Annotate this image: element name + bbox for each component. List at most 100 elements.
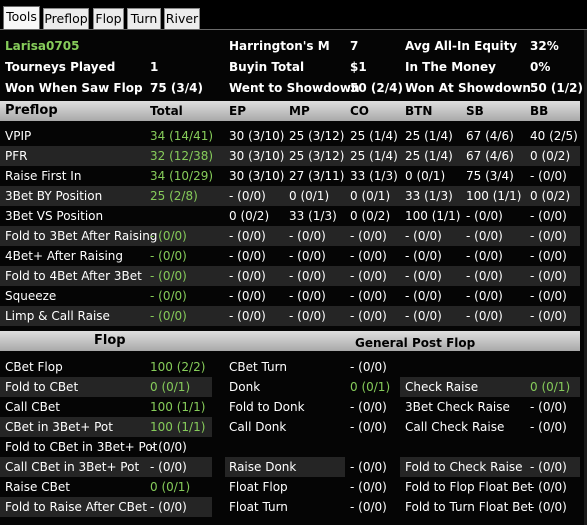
stat-value[interactable]: 0 (0/1) <box>530 377 570 397</box>
stat-value[interactable]: - (0/0) <box>405 246 442 266</box>
stat-value[interactable]: - (0/0) <box>289 226 326 246</box>
stat-value[interactable]: - (0/0) <box>350 226 387 246</box>
stat-value[interactable]: - (0/0) <box>405 306 442 326</box>
stat-value[interactable]: - (0/0) <box>150 437 187 457</box>
stat-value[interactable]: - (0/0) <box>289 306 326 326</box>
stat-value[interactable]: 33 (1/3) <box>405 186 453 206</box>
stat-value[interactable]: - (0/0) <box>229 266 266 286</box>
stat-value[interactable]: - (0/0) <box>350 246 387 266</box>
stat-value[interactable]: - (0/0) <box>466 266 503 286</box>
stat-value[interactable]: - (0/0) <box>530 246 567 266</box>
stat-value[interactable]: - (0/0) <box>229 186 266 206</box>
stat-value[interactable]: - (0/0) <box>530 457 567 477</box>
stat-value[interactable]: - (0/0) <box>289 246 326 266</box>
stat-value[interactable]: - (0/0) <box>466 286 503 306</box>
stat-value[interactable]: - (0/0) <box>350 357 387 377</box>
stat-value[interactable]: - (0/0) <box>405 286 442 306</box>
stat-value[interactable]: 0 (0/1) <box>150 477 190 497</box>
stat-value[interactable]: 40 (2/5) <box>530 126 578 146</box>
stat-value[interactable]: - (0/0) <box>229 306 266 326</box>
stat-value[interactable]: - (0/0) <box>530 206 567 226</box>
stat-value[interactable]: - (0/0) <box>466 306 503 326</box>
stat-value[interactable]: 34 (14/41) <box>150 126 213 146</box>
stat-value[interactable]: - (0/0) <box>150 286 187 306</box>
stat-value[interactable]: - (0/0) <box>150 497 187 517</box>
stat-value[interactable]: 33 (1/3) <box>289 206 337 226</box>
tab-flop[interactable]: Flop <box>93 8 124 30</box>
col-header-bb[interactable]: BB <box>530 101 548 121</box>
stat-value[interactable]: - (0/0) <box>350 397 387 417</box>
stat-value[interactable]: - (0/0) <box>229 226 266 246</box>
stat-value[interactable]: 25 (3/12) <box>289 126 344 146</box>
col-header-total[interactable]: Total <box>150 101 183 121</box>
stat-value[interactable]: - (0/0) <box>150 266 187 286</box>
stat-value[interactable]: 25 (3/12) <box>289 146 344 166</box>
stat-value[interactable]: 25 (1/4) <box>405 146 453 166</box>
stat-value[interactable]: 30 (3/10) <box>229 146 284 166</box>
stat-value[interactable]: - (0/0) <box>350 477 387 497</box>
stat-value[interactable]: - (0/0) <box>229 286 266 306</box>
stat-value[interactable]: 33 (1/3) <box>350 166 398 186</box>
stat-value[interactable]: 30 (3/10) <box>229 166 284 186</box>
stat-value[interactable]: - (0/0) <box>350 457 387 477</box>
stat-value[interactable]: 100 (2/2) <box>150 357 205 377</box>
stat-value[interactable]: - (0/0) <box>466 226 503 246</box>
stat-value[interactable]: - (0/0) <box>289 286 326 306</box>
stat-value[interactable]: - (0/0) <box>405 266 442 286</box>
stat-value[interactable]: - (0/0) <box>350 417 387 437</box>
stat-value[interactable]: - (0/0) <box>150 226 187 246</box>
stat-value[interactable]: - (0/0) <box>530 226 567 246</box>
stat-value[interactable]: 100 (1/1) <box>150 397 205 417</box>
stat-value[interactable]: 67 (4/6) <box>466 146 514 166</box>
stat-value[interactable]: 27 (3/11) <box>289 166 344 186</box>
stat-value[interactable]: 100 (1/1) <box>150 417 205 437</box>
stat-value[interactable]: - (0/0) <box>466 206 503 226</box>
tab-turn[interactable]: Turn <box>127 8 161 30</box>
stat-value[interactable]: 0 (0/2) <box>350 206 390 226</box>
stat-value[interactable]: - (0/0) <box>150 306 187 326</box>
col-header-ep[interactable]: EP <box>229 101 246 121</box>
stat-value[interactable]: - (0/0) <box>350 306 387 326</box>
stat-value[interactable]: 0 (0/1) <box>350 186 390 206</box>
stat-value[interactable]: - (0/0) <box>466 246 503 266</box>
tab-river[interactable]: River <box>164 8 200 30</box>
stat-value[interactable]: - (0/0) <box>530 266 567 286</box>
tab-tools[interactable]: Tools <box>3 6 40 30</box>
stat-value[interactable]: - (0/0) <box>530 397 567 417</box>
stat-value[interactable]: - (0/0) <box>350 266 387 286</box>
stat-value[interactable]: 0 (0/1) <box>150 377 190 397</box>
stat-value[interactable]: - (0/0) <box>530 417 567 437</box>
stat-value[interactable]: - (0/0) <box>150 457 187 477</box>
stat-value[interactable]: - (0/0) <box>350 497 387 517</box>
stat-value[interactable]: - (0/0) <box>289 266 326 286</box>
stat-value[interactable]: 0 (0/1) <box>289 186 329 206</box>
stat-value[interactable]: - (0/0) <box>530 306 567 326</box>
stat-value[interactable]: 100 (1/1) <box>405 206 460 226</box>
stat-value[interactable]: 67 (4/6) <box>466 126 514 146</box>
stat-value[interactable]: 0 (0/2) <box>530 186 570 206</box>
stat-value[interactable]: - (0/0) <box>530 166 567 186</box>
stat-value[interactable]: 34 (10/29) <box>150 166 213 186</box>
stat-value[interactable]: - (0/0) <box>350 286 387 306</box>
tab-preflop[interactable]: Preflop <box>43 8 89 30</box>
stat-value[interactable]: 25 (1/4) <box>405 126 453 146</box>
stat-value[interactable]: 0 (0/1) <box>405 166 445 186</box>
stat-value[interactable]: 32 (12/38) <box>150 146 213 166</box>
stat-value[interactable]: - (0/0) <box>530 286 567 306</box>
stat-value[interactable]: - (0/0) <box>530 497 567 517</box>
stat-value[interactable]: 25 (1/4) <box>350 126 398 146</box>
stat-value[interactable]: - (0/0) <box>530 477 567 497</box>
stat-value[interactable]: 25 (1/4) <box>350 146 398 166</box>
stat-value[interactable]: - (0/0) <box>150 246 187 266</box>
stat-value[interactable]: - (0/0) <box>229 246 266 266</box>
col-header-mp[interactable]: MP <box>289 101 310 121</box>
stat-value[interactable]: 0 (0/2) <box>229 206 269 226</box>
stat-value[interactable]: - (0/0) <box>405 226 442 246</box>
stat-value[interactable]: 0 (0/2) <box>530 146 570 166</box>
stat-value[interactable]: 25 (2/8) <box>150 186 198 206</box>
col-header-co[interactable]: CO <box>350 101 369 121</box>
stat-value[interactable]: 100 (1/1) <box>466 186 521 206</box>
col-header-btn[interactable]: BTN <box>405 101 432 121</box>
stat-value[interactable]: 30 (3/10) <box>229 126 284 146</box>
stat-value[interactable]: 0 (0/1) <box>350 377 390 397</box>
